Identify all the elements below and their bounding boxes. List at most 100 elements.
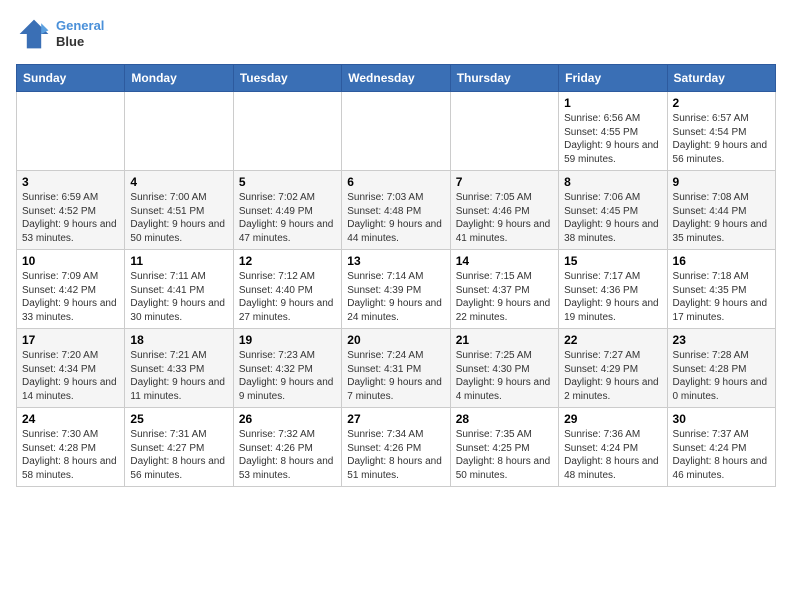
day-info: Sunrise: 7:17 AM Sunset: 4:36 PM Dayligh… xyxy=(564,270,661,324)
logo-icon xyxy=(16,16,52,52)
day-number: 20 xyxy=(347,333,444,347)
weekday-header-row: SundayMondayTuesdayWednesdayThursdayFrid… xyxy=(17,65,776,92)
day-number: 8 xyxy=(564,175,661,189)
day-number: 22 xyxy=(564,333,661,347)
calendar-cell: 30 Sunrise: 7:37 AM Sunset: 4:24 PM Dayli… xyxy=(667,408,775,487)
logo: General Blue xyxy=(16,16,104,52)
day-number: 29 xyxy=(564,412,661,426)
day-number: 23 xyxy=(673,333,770,347)
day-info: Sunrise: 7:14 AM Sunset: 4:39 PM Dayligh… xyxy=(347,270,444,324)
day-info: Sunrise: 7:09 AM Sunset: 4:42 PM Dayligh… xyxy=(22,270,119,324)
calendar-cell: 3 Sunrise: 6:59 AM Sunset: 4:52 PM Daylig… xyxy=(17,171,125,250)
day-info: Sunrise: 6:56 AM Sunset: 4:55 PM Dayligh… xyxy=(564,112,661,166)
day-number: 27 xyxy=(347,412,444,426)
calendar-cell: 12Sunrise: 7:12 AM Sunset: 4:40 PM Dayli… xyxy=(233,250,341,329)
day-info: Sunrise: 7:25 AM Sunset: 4:30 PM Dayligh… xyxy=(456,349,553,403)
day-info: Sunrise: 7:15 AM Sunset: 4:37 PM Dayligh… xyxy=(456,270,553,324)
day-number: 16 xyxy=(673,254,770,268)
calendar-cell xyxy=(342,92,450,171)
calendar-cell: 4 Sunrise: 7:00 AM Sunset: 4:51 PM Daylig… xyxy=(125,171,233,250)
calendar-week-row: 1 Sunrise: 6:56 AM Sunset: 4:55 PM Daylig… xyxy=(17,92,776,171)
calendar-week-row: 3 Sunrise: 6:59 AM Sunset: 4:52 PM Daylig… xyxy=(17,171,776,250)
day-number: 13 xyxy=(347,254,444,268)
day-number: 19 xyxy=(239,333,336,347)
day-info: Sunrise: 7:35 AM Sunset: 4:25 PM Dayligh… xyxy=(456,428,553,482)
day-info: Sunrise: 7:27 AM Sunset: 4:29 PM Dayligh… xyxy=(564,349,661,403)
day-info: Sunrise: 7:23 AM Sunset: 4:32 PM Dayligh… xyxy=(239,349,336,403)
day-number: 12 xyxy=(239,254,336,268)
calendar-cell: 9 Sunrise: 7:08 AM Sunset: 4:44 PM Daylig… xyxy=(667,171,775,250)
calendar-cell: 15 Sunrise: 7:17 AM Sunset: 4:36 PM Dayli… xyxy=(559,250,667,329)
day-number: 4 xyxy=(130,175,227,189)
calendar-cell xyxy=(17,92,125,171)
calendar-cell: 27 Sunrise: 7:34 AM Sunset: 4:26 PM Dayli… xyxy=(342,408,450,487)
weekday-header-tuesday: Tuesday xyxy=(233,65,341,92)
day-info: Sunrise: 7:37 AM Sunset: 4:24 PM Dayligh… xyxy=(673,428,770,482)
calendar-cell: 23 Sunrise: 7:28 AM Sunset: 4:28 PM Dayli… xyxy=(667,329,775,408)
day-info: Sunrise: 7:21 AM Sunset: 4:33 PM Dayligh… xyxy=(130,349,227,403)
calendar-cell xyxy=(450,92,558,171)
calendar-cell: 20 Sunrise: 7:24 AM Sunset: 4:31 PM Dayli… xyxy=(342,329,450,408)
calendar-cell: 21 Sunrise: 7:25 AM Sunset: 4:30 PM Dayli… xyxy=(450,329,558,408)
calendar-cell: 10 Sunrise: 7:09 AM Sunset: 4:42 PM Dayli… xyxy=(17,250,125,329)
day-number: 15 xyxy=(564,254,661,268)
calendar-table: SundayMondayTuesdayWednesdayThursdayFrid… xyxy=(16,64,776,487)
day-info: Sunrise: 7:20 AM Sunset: 4:34 PM Dayligh… xyxy=(22,349,119,403)
day-number: 26 xyxy=(239,412,336,426)
day-info: Sunrise: 7:31 AM Sunset: 4:27 PM Dayligh… xyxy=(130,428,227,482)
weekday-header-saturday: Saturday xyxy=(667,65,775,92)
day-number: 30 xyxy=(673,412,770,426)
weekday-header-thursday: Thursday xyxy=(450,65,558,92)
weekday-header-wednesday: Wednesday xyxy=(342,65,450,92)
day-info: Sunrise: 7:06 AM Sunset: 4:45 PM Dayligh… xyxy=(564,191,661,245)
day-number: 21 xyxy=(456,333,553,347)
calendar-week-row: 17 Sunrise: 7:20 AM Sunset: 4:34 PM Dayli… xyxy=(17,329,776,408)
calendar-cell: 17 Sunrise: 7:20 AM Sunset: 4:34 PM Dayli… xyxy=(17,329,125,408)
day-number: 18 xyxy=(130,333,227,347)
calendar-cell: 19 Sunrise: 7:23 AM Sunset: 4:32 PM Dayli… xyxy=(233,329,341,408)
day-info: Sunrise: 6:57 AM Sunset: 4:54 PM Dayligh… xyxy=(673,112,770,166)
day-info: Sunrise: 7:34 AM Sunset: 4:26 PM Dayligh… xyxy=(347,428,444,482)
calendar-week-row: 24 Sunrise: 7:30 AM Sunset: 4:28 PM Dayli… xyxy=(17,408,776,487)
day-info: Sunrise: 7:18 AM Sunset: 4:35 PM Dayligh… xyxy=(673,270,770,324)
calendar-cell: 7Sunrise: 7:05 AM Sunset: 4:46 PM Daylig… xyxy=(450,171,558,250)
day-number: 9 xyxy=(673,175,770,189)
day-number: 1 xyxy=(564,96,661,110)
day-number: 28 xyxy=(456,412,553,426)
day-number: 6 xyxy=(347,175,444,189)
day-info: Sunrise: 7:00 AM Sunset: 4:51 PM Dayligh… xyxy=(130,191,227,245)
calendar-cell: 1 Sunrise: 6:56 AM Sunset: 4:55 PM Daylig… xyxy=(559,92,667,171)
calendar-cell: 11 Sunrise: 7:11 AM Sunset: 4:41 PM Dayli… xyxy=(125,250,233,329)
day-number: 3 xyxy=(22,175,119,189)
calendar-cell: 13 Sunrise: 7:14 AM Sunset: 4:39 PM Dayli… xyxy=(342,250,450,329)
day-info: Sunrise: 7:08 AM Sunset: 4:44 PM Dayligh… xyxy=(673,191,770,245)
day-info: Sunrise: 7:28 AM Sunset: 4:28 PM Dayligh… xyxy=(673,349,770,403)
calendar-cell: 29Sunrise: 7:36 AM Sunset: 4:24 PM Dayli… xyxy=(559,408,667,487)
day-number: 25 xyxy=(130,412,227,426)
calendar-cell xyxy=(125,92,233,171)
day-number: 2 xyxy=(673,96,770,110)
weekday-header-friday: Friday xyxy=(559,65,667,92)
day-number: 11 xyxy=(130,254,227,268)
day-info: Sunrise: 7:32 AM Sunset: 4:26 PM Dayligh… xyxy=(239,428,336,482)
calendar-cell: 8 Sunrise: 7:06 AM Sunset: 4:45 PM Daylig… xyxy=(559,171,667,250)
calendar-cell: 22 Sunrise: 7:27 AM Sunset: 4:29 PM Dayli… xyxy=(559,329,667,408)
calendar-cell: 14 Sunrise: 7:15 AM Sunset: 4:37 PM Dayli… xyxy=(450,250,558,329)
day-info: Sunrise: 7:24 AM Sunset: 4:31 PM Dayligh… xyxy=(347,349,444,403)
day-number: 7 xyxy=(456,175,553,189)
page-header: General Blue xyxy=(16,16,776,52)
calendar-cell: 16 Sunrise: 7:18 AM Sunset: 4:35 PM Dayli… xyxy=(667,250,775,329)
calendar-cell: 24 Sunrise: 7:30 AM Sunset: 4:28 PM Dayli… xyxy=(17,408,125,487)
day-number: 14 xyxy=(456,254,553,268)
calendar-cell: 28 Sunrise: 7:35 AM Sunset: 4:25 PM Dayli… xyxy=(450,408,558,487)
day-info: Sunrise: 7:03 AM Sunset: 4:48 PM Dayligh… xyxy=(347,191,444,245)
day-info: Sunrise: 7:30 AM Sunset: 4:28 PM Dayligh… xyxy=(22,428,119,482)
day-number: 24 xyxy=(22,412,119,426)
day-number: 5 xyxy=(239,175,336,189)
day-info: Sunrise: 6:59 AM Sunset: 4:52 PM Dayligh… xyxy=(22,191,119,245)
day-info: Sunrise: 7:11 AM Sunset: 4:41 PM Dayligh… xyxy=(130,270,227,324)
calendar-cell: 26 Sunrise: 7:32 AM Sunset: 4:26 PM Dayli… xyxy=(233,408,341,487)
day-info: Sunrise: 7:02 AM Sunset: 4:49 PM Dayligh… xyxy=(239,191,336,245)
day-number: 17 xyxy=(22,333,119,347)
day-number: 10 xyxy=(22,254,119,268)
